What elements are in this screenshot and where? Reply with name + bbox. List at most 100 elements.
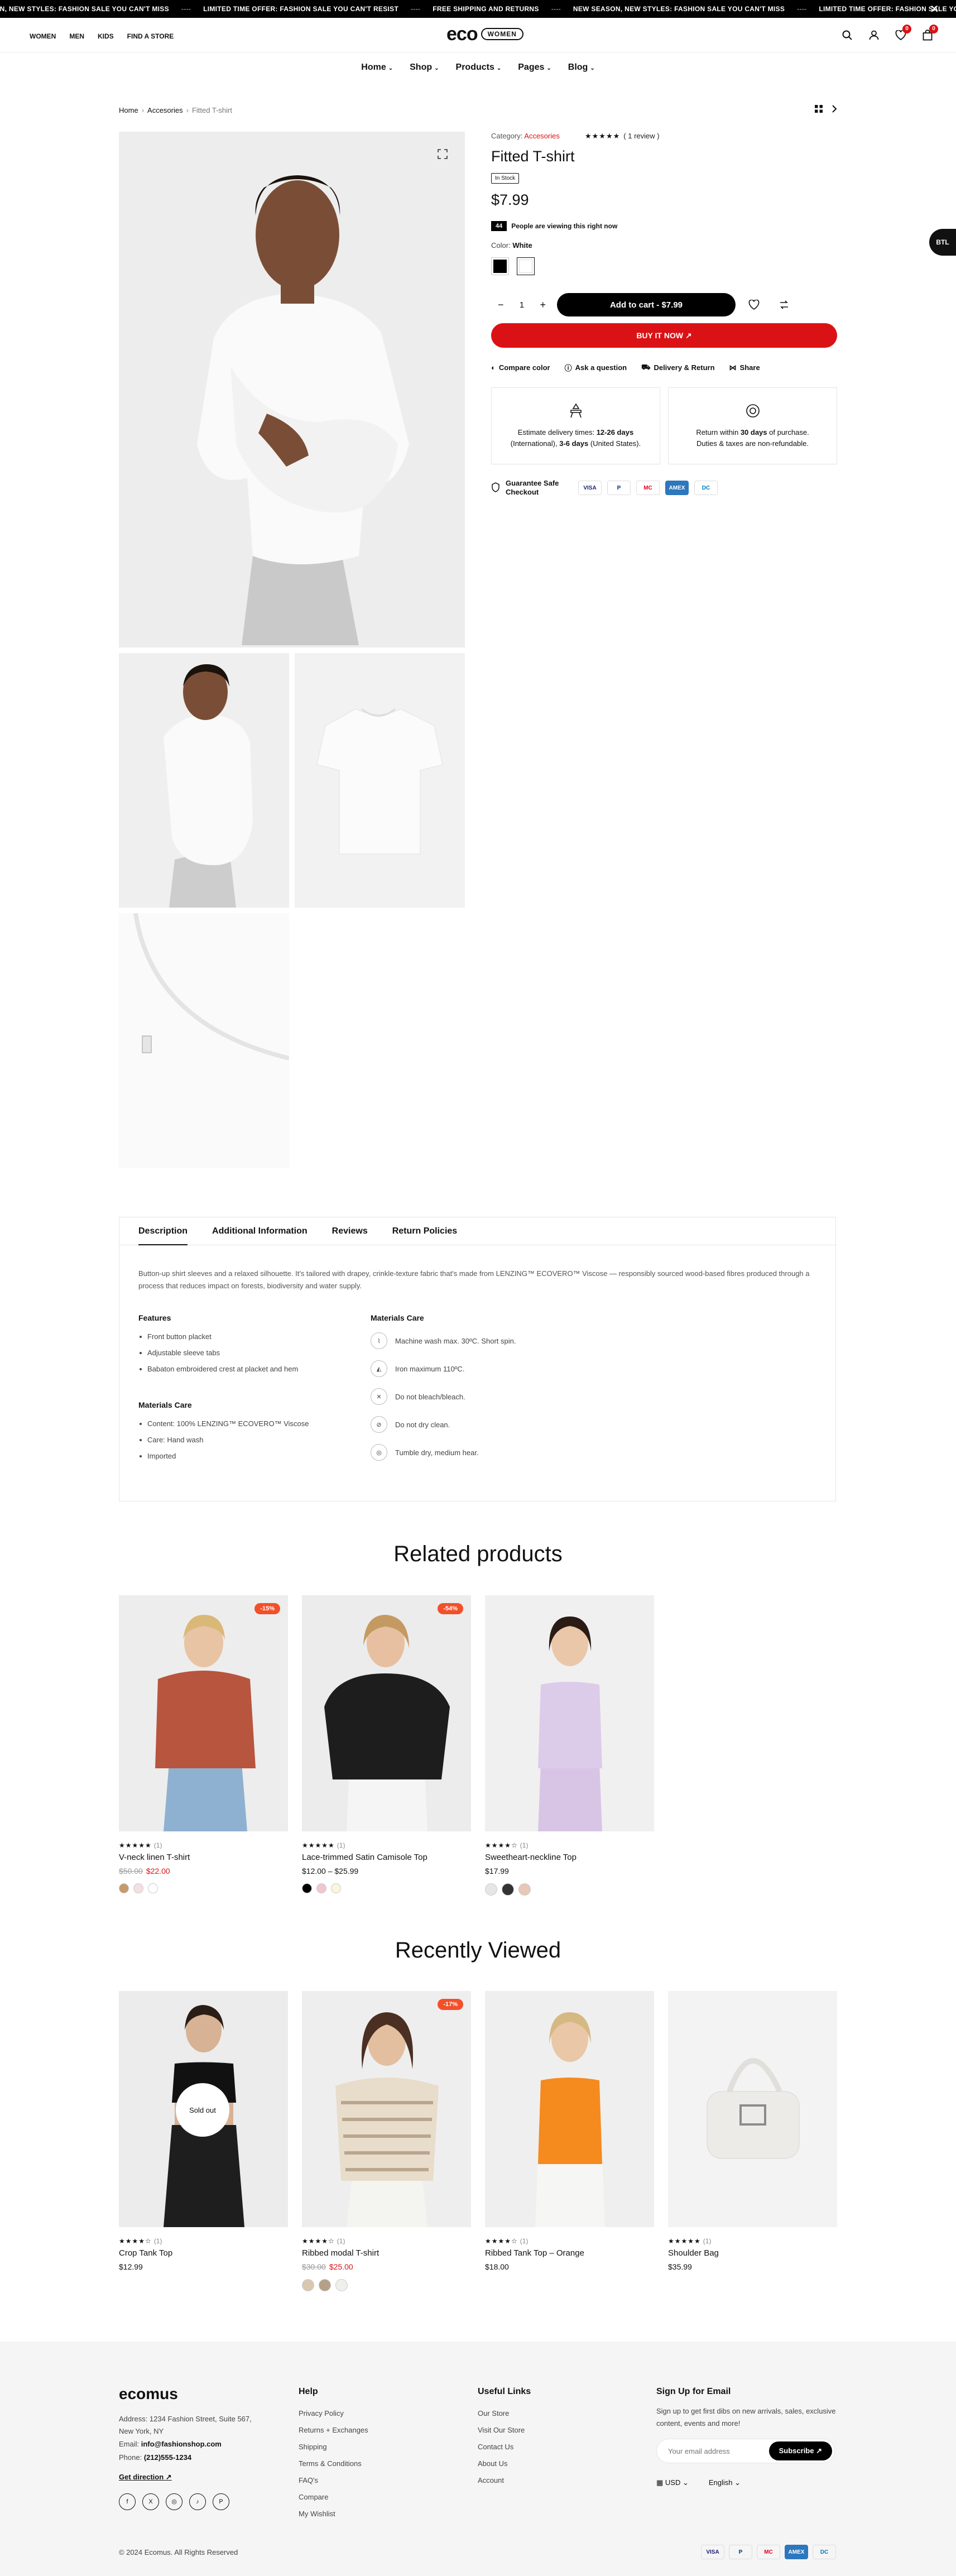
link-men[interactable]: MEN (69, 32, 84, 40)
review-count[interactable]: ( 1 review ) (623, 132, 659, 140)
breadcrumb-category[interactable]: Accesories (147, 106, 183, 114)
footer-link[interactable]: Contact Us (478, 2439, 531, 2455)
footer-link[interactable]: My Wishlist (299, 2506, 368, 2522)
product-thumb-image[interactable] (119, 913, 289, 1168)
swatch-black[interactable] (302, 1883, 312, 1893)
color-swatch-black[interactable] (491, 257, 509, 275)
compare-icon[interactable] (772, 293, 796, 316)
tab-reviews[interactable]: Reviews (332, 1217, 368, 1245)
nav-products[interactable]: Products ⌄ (456, 63, 502, 73)
user-icon[interactable] (868, 29, 880, 41)
grid-icon[interactable] (815, 105, 823, 116)
delivery-icon (570, 403, 582, 418)
product-card[interactable]: ★★★★★ (1) Shoulder Bag $35.99 (668, 1991, 837, 2271)
delivery-return-link[interactable]: ⛟ Delivery & Return (641, 362, 714, 373)
variant-thumb[interactable] (485, 1883, 497, 1896)
quantity-value[interactable]: 1 (520, 300, 524, 310)
useful-links-title: Useful Links (478, 2387, 531, 2396)
breadcrumb-home[interactable]: Home (119, 106, 138, 114)
variant-thumb[interactable] (319, 2279, 331, 2291)
discount-badge: -17% (438, 1999, 463, 2010)
product-main-image[interactable] (119, 132, 465, 647)
footer-link[interactable]: Shipping (299, 2439, 368, 2455)
chevron-right-icon[interactable] (832, 105, 837, 116)
category-link[interactable]: Accesories (524, 132, 560, 140)
footer-link[interactable]: About Us (478, 2455, 531, 2472)
buy-now-button[interactable]: BUY IT NOW ↗ (491, 323, 837, 348)
share-link[interactable]: ⋈ Share (729, 362, 760, 373)
side-badge[interactable]: BTL (929, 229, 956, 256)
card-name[interactable]: Ribbed modal T-shirt (302, 2248, 471, 2258)
expand-icon[interactable] (437, 148, 448, 160)
close-icon[interactable]: ✕ (930, 2, 939, 16)
card-name[interactable]: V-neck linen T-shirt (119, 1853, 288, 1862)
tiktok-icon[interactable]: ♪ (189, 2493, 206, 2510)
cart-icon[interactable]: 0 (921, 25, 938, 41)
footer-phone[interactable]: (212)555-1234 (144, 2453, 191, 2462)
nav-pages[interactable]: Pages ⌄ (518, 63, 551, 73)
footer-link[interactable]: Terms & Conditions (299, 2455, 368, 2472)
product-thumb-image[interactable] (119, 653, 289, 908)
announcement-item: ON, NEW STYLES: FASHION SALE YOU CAN'T M… (0, 5, 169, 13)
tab-description[interactable]: Description (138, 1217, 188, 1245)
compare-color-link[interactable]: ◐ Compare color (491, 362, 550, 373)
minus-icon[interactable]: − (498, 299, 504, 311)
color-swatch-white[interactable] (517, 257, 535, 275)
footer-logo[interactable]: ecomus (119, 2386, 253, 2402)
variant-thumb[interactable] (302, 2279, 314, 2291)
link-kids[interactable]: KIDS (98, 32, 114, 40)
tab-return-policies[interactable]: Return Policies (392, 1217, 457, 1245)
swatch-orange[interactable] (119, 1883, 129, 1893)
link-find-store[interactable]: FIND A STORE (127, 32, 174, 40)
tab-additional-info[interactable]: Additional Information (212, 1217, 308, 1245)
variant-thumb[interactable] (335, 2279, 348, 2291)
nav-shop[interactable]: Shop ⌄ (410, 63, 439, 73)
product-card[interactable]: -54% ★★★★★ (1) Lace-trimmed Satin Camisol… (302, 1595, 471, 1893)
pinterest-icon[interactable]: P (213, 2493, 229, 2510)
heart-icon[interactable] (742, 293, 766, 316)
card-name[interactable]: Shoulder Bag (668, 2248, 837, 2258)
swatch-pink[interactable] (316, 1883, 326, 1893)
footer-link[interactable]: Returns + Exchanges (299, 2422, 368, 2439)
footer-link[interactable]: Compare (299, 2489, 368, 2506)
swatch-pink[interactable] (133, 1883, 143, 1893)
swatch-white[interactable] (148, 1883, 158, 1893)
footer-link[interactable]: Privacy Policy (299, 2405, 368, 2422)
add-to-cart-button[interactable]: Add to cart - $7.99 (557, 293, 736, 316)
link-women[interactable]: WOMEN (30, 32, 56, 40)
product-card[interactable]: -15% ★★★★★ (1) V-neck linen T-shirt $50.0… (119, 1595, 288, 1893)
email-field[interactable] (668, 2439, 768, 2463)
variant-thumb[interactable] (502, 1883, 514, 1896)
language-select[interactable]: English ⌄ (709, 2474, 741, 2491)
search-icon[interactable] (841, 29, 853, 41)
footer-link[interactable]: Our Store (478, 2405, 531, 2422)
get-direction-link[interactable]: Get direction ↗ (119, 2469, 253, 2486)
x-icon[interactable]: X (142, 2493, 159, 2510)
card-name[interactable]: Ribbed Tank Top – Orange (485, 2248, 654, 2258)
nav-home[interactable]: Home ⌄ (361, 63, 393, 73)
wishlist-icon[interactable]: 0 (895, 25, 911, 41)
card-name[interactable]: Lace-trimmed Satin Camisole Top (302, 1853, 471, 1862)
card-name[interactable]: Crop Tank Top (119, 2248, 288, 2258)
footer-email[interactable]: info@fashionshop.com (141, 2440, 222, 2448)
subscribe-button[interactable]: Subscribe ↗ (768, 2441, 832, 2460)
nav-blog[interactable]: Blog ⌄ (568, 63, 595, 73)
currency-select[interactable]: ▦ USD ⌄ (656, 2474, 689, 2491)
footer-link[interactable]: Account (478, 2472, 531, 2489)
instagram-icon[interactable]: ◎ (166, 2493, 182, 2510)
plus-icon[interactable]: + (540, 299, 546, 311)
product-thumb-image[interactable] (295, 653, 465, 908)
product-card[interactable]: Sold out ★★★★☆ (1) Crop Tank Top $12.99 (119, 1991, 288, 2271)
product-card[interactable]: ★★★★☆ (1) Sweetheart-neckline Top $17.99 (485, 1595, 654, 1896)
facebook-icon[interactable]: f (119, 2493, 136, 2510)
footer-link[interactable]: Visit Our Store (478, 2422, 531, 2439)
footer-link[interactable]: FAQ's (299, 2472, 368, 2489)
product-card[interactable]: -17% ★★★★☆ (1) Ribbed modal T-shirt $30.0… (302, 1991, 471, 2291)
variant-thumb[interactable] (518, 1883, 531, 1896)
site-logo[interactable]: eco WOMEN (446, 25, 523, 44)
swatch-cream[interactable] (331, 1883, 341, 1893)
card-name[interactable]: Sweetheart-neckline Top (485, 1853, 654, 1862)
main-navigation: Home ⌄ Shop ⌄ Products ⌄ Pages ⌄ Blog ⌄ (0, 63, 956, 73)
product-card[interactable]: ★★★★☆ (1) Ribbed Tank Top – Orange $18.00 (485, 1991, 654, 2271)
ask-question-link[interactable]: ⓘ Ask a question (565, 362, 627, 373)
